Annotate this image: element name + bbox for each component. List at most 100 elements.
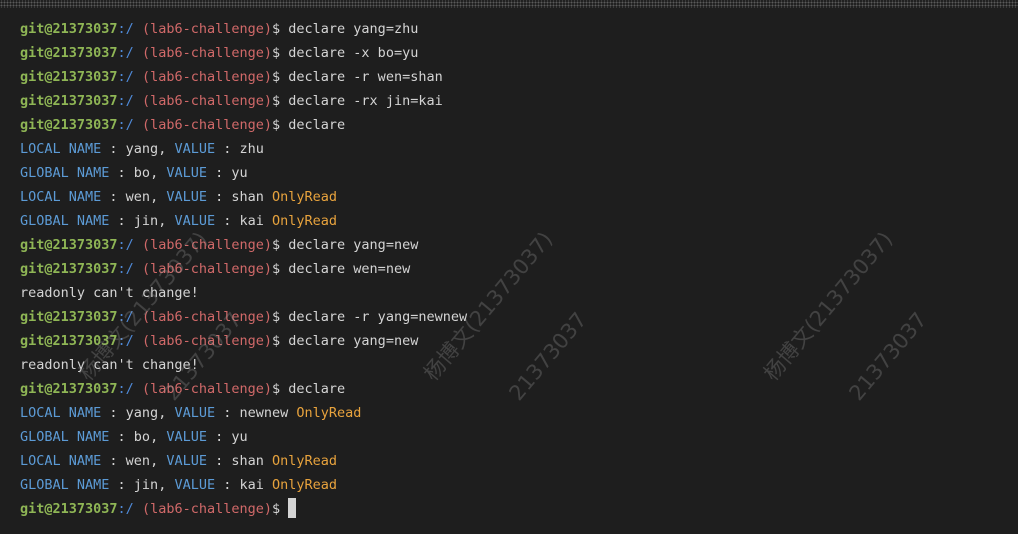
var-name: yang	[125, 141, 159, 157]
separator: :	[101, 453, 126, 469]
separator: :	[101, 405, 126, 421]
scope-label: LOCAL NAME	[20, 405, 102, 421]
scope-label: LOCAL NAME	[20, 453, 102, 469]
prompt-path: :/	[117, 381, 134, 397]
variable-entry: LOCAL NAME : wen, VALUE : shan OnlyRead	[20, 449, 467, 473]
prompt-branch: (lab6-challenge)	[141, 333, 272, 349]
comma: ,	[150, 453, 167, 469]
prompt-user: git@21373037	[20, 69, 118, 85]
prompt-user: git@21373037	[20, 501, 118, 517]
value-label: VALUE	[166, 429, 207, 445]
var-value: yu	[231, 165, 248, 181]
prompt-symbol: $	[272, 309, 281, 325]
readonly-flag: OnlyRead	[272, 213, 338, 229]
comma: ,	[150, 189, 167, 205]
prompt-user: git@21373037	[20, 45, 118, 61]
command-text: declare -rx jin=kai	[288, 93, 443, 109]
comma: ,	[158, 477, 175, 493]
prompt-path: :/	[117, 261, 134, 277]
prompt-path: :/	[117, 501, 134, 517]
terminal-output[interactable]: git@21373037:/ (lab6-challenge)$ declare…	[20, 17, 467, 521]
command-text: declare -r yang=newnew	[288, 309, 468, 325]
value-label: VALUE	[174, 141, 216, 157]
command-text: declare -x bo=yu	[288, 45, 419, 61]
var-value: kai	[239, 213, 264, 229]
command-text: declare	[288, 117, 346, 133]
var-name: bo	[133, 429, 151, 445]
prompt-branch: (lab6-challenge)	[141, 309, 272, 325]
prompt-user: git@21373037	[20, 261, 118, 277]
prompt-user: git@21373037	[20, 333, 118, 349]
prompt-user: git@21373037	[20, 309, 118, 325]
command-text: declare yang=new	[288, 333, 419, 349]
prompt-line: git@21373037:/ (lab6-challenge)$ declare…	[20, 41, 467, 65]
readonly-flag: OnlyRead	[272, 477, 338, 493]
prompt-line: git@21373037:/ (lab6-challenge)$ declare	[20, 377, 467, 401]
prompt-user: git@21373037	[20, 21, 118, 37]
var-value: shan	[231, 189, 264, 205]
separator: :	[109, 165, 134, 181]
prompt-branch: (lab6-challenge)	[141, 237, 272, 253]
variable-entry: LOCAL NAME : yang, VALUE : newnew OnlyRe…	[20, 401, 467, 425]
separator: :	[206, 189, 232, 205]
watermark: 杨博文(21373037) 21373037	[759, 227, 932, 406]
var-value: newnew	[239, 405, 289, 421]
prompt-branch: (lab6-challenge)	[141, 21, 272, 37]
var-name: jin	[133, 213, 159, 229]
value-label: VALUE	[166, 189, 207, 205]
prompt-path: :/	[117, 21, 134, 37]
separator: :	[109, 477, 134, 493]
panel-top-border	[0, 0, 1018, 8]
comma: ,	[150, 165, 167, 181]
prompt-branch: (lab6-challenge)	[141, 45, 272, 61]
var-name: bo	[133, 165, 151, 181]
command-text: declare wen=new	[288, 261, 411, 277]
prompt-line: git@21373037:/ (lab6-challenge)$ declare	[20, 113, 467, 137]
prompt-line: git@21373037:/ (lab6-challenge)$ declare…	[20, 65, 467, 89]
var-value: kai	[239, 477, 264, 493]
prompt-symbol: $	[272, 117, 281, 133]
prompt-symbol: $	[272, 333, 281, 349]
prompt-branch: (lab6-challenge)	[141, 93, 272, 109]
separator: :	[215, 213, 240, 229]
prompt-path: :/	[117, 45, 134, 61]
prompt-symbol: $	[272, 501, 281, 517]
separator: :	[206, 453, 232, 469]
prompt-line: git@21373037:/ (lab6-challenge)$ declare…	[20, 329, 467, 353]
comma: ,	[158, 405, 175, 421]
separator: :	[215, 141, 240, 157]
separator: :	[215, 477, 240, 493]
variable-entry: GLOBAL NAME : jin, VALUE : kai OnlyRead	[20, 473, 467, 497]
variable-entry: LOCAL NAME : yang, VALUE : zhu	[20, 137, 467, 161]
prompt-path: :/	[117, 237, 134, 253]
comma: ,	[158, 213, 175, 229]
variable-entry: GLOBAL NAME : bo, VALUE : yu	[20, 425, 467, 449]
output-text: readonly can't change!	[20, 285, 199, 301]
readonly-flag: OnlyRead	[296, 405, 362, 421]
prompt-symbol: $	[272, 381, 281, 397]
var-name: wen	[125, 189, 151, 205]
prompt-symbol: $	[272, 237, 281, 253]
command-text: declare yang=new	[288, 237, 419, 253]
separator: :	[109, 213, 134, 229]
separator: :	[101, 141, 126, 157]
command-text: declare -r wen=shan	[288, 69, 443, 85]
scope-label: GLOBAL NAME	[20, 165, 110, 181]
var-value: zhu	[239, 141, 264, 157]
prompt-path: :/	[117, 333, 134, 349]
prompt-path: :/	[117, 93, 134, 109]
value-label: VALUE	[166, 453, 207, 469]
value-label: VALUE	[166, 165, 207, 181]
scope-label: GLOBAL NAME	[20, 429, 110, 445]
variable-entry: LOCAL NAME : wen, VALUE : shan OnlyRead	[20, 185, 467, 209]
prompt-path: :/	[117, 117, 134, 133]
value-label: VALUE	[174, 405, 216, 421]
prompt-symbol: $	[272, 21, 281, 37]
scope-label: GLOBAL NAME	[20, 477, 110, 493]
separator: :	[101, 189, 126, 205]
scope-label: LOCAL NAME	[20, 189, 102, 205]
prompt-branch: (lab6-challenge)	[141, 261, 272, 277]
separator: :	[215, 405, 240, 421]
comma: ,	[158, 141, 175, 157]
value-label: VALUE	[174, 213, 216, 229]
